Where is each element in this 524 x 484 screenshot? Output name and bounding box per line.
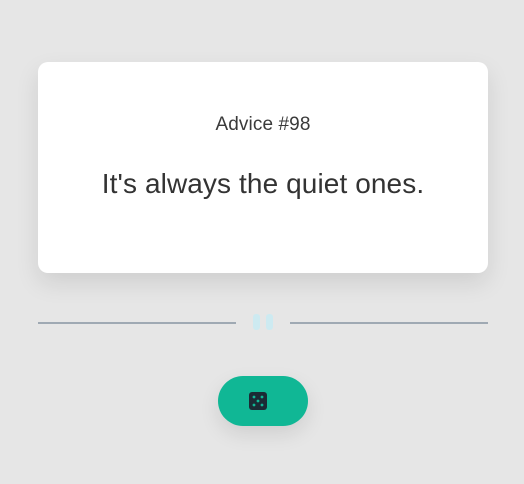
advice-text: It's always the quiet ones.: [101, 168, 425, 199]
pause-bar-left: [253, 314, 260, 330]
divider-line-left: [38, 322, 236, 324]
divider-line-right: [290, 322, 488, 324]
divider: [38, 312, 488, 332]
dice-icon: [249, 392, 267, 410]
pause-icon: [251, 314, 275, 330]
advice-card: Advice #98 It's always the quiet ones.: [38, 62, 488, 273]
advice-app: Advice #98 It's always the quiet ones.: [0, 0, 524, 484]
advice-id-label: Advice #98: [215, 114, 311, 135]
new-advice-button[interactable]: [218, 376, 308, 426]
pause-bar-right: [266, 314, 273, 330]
